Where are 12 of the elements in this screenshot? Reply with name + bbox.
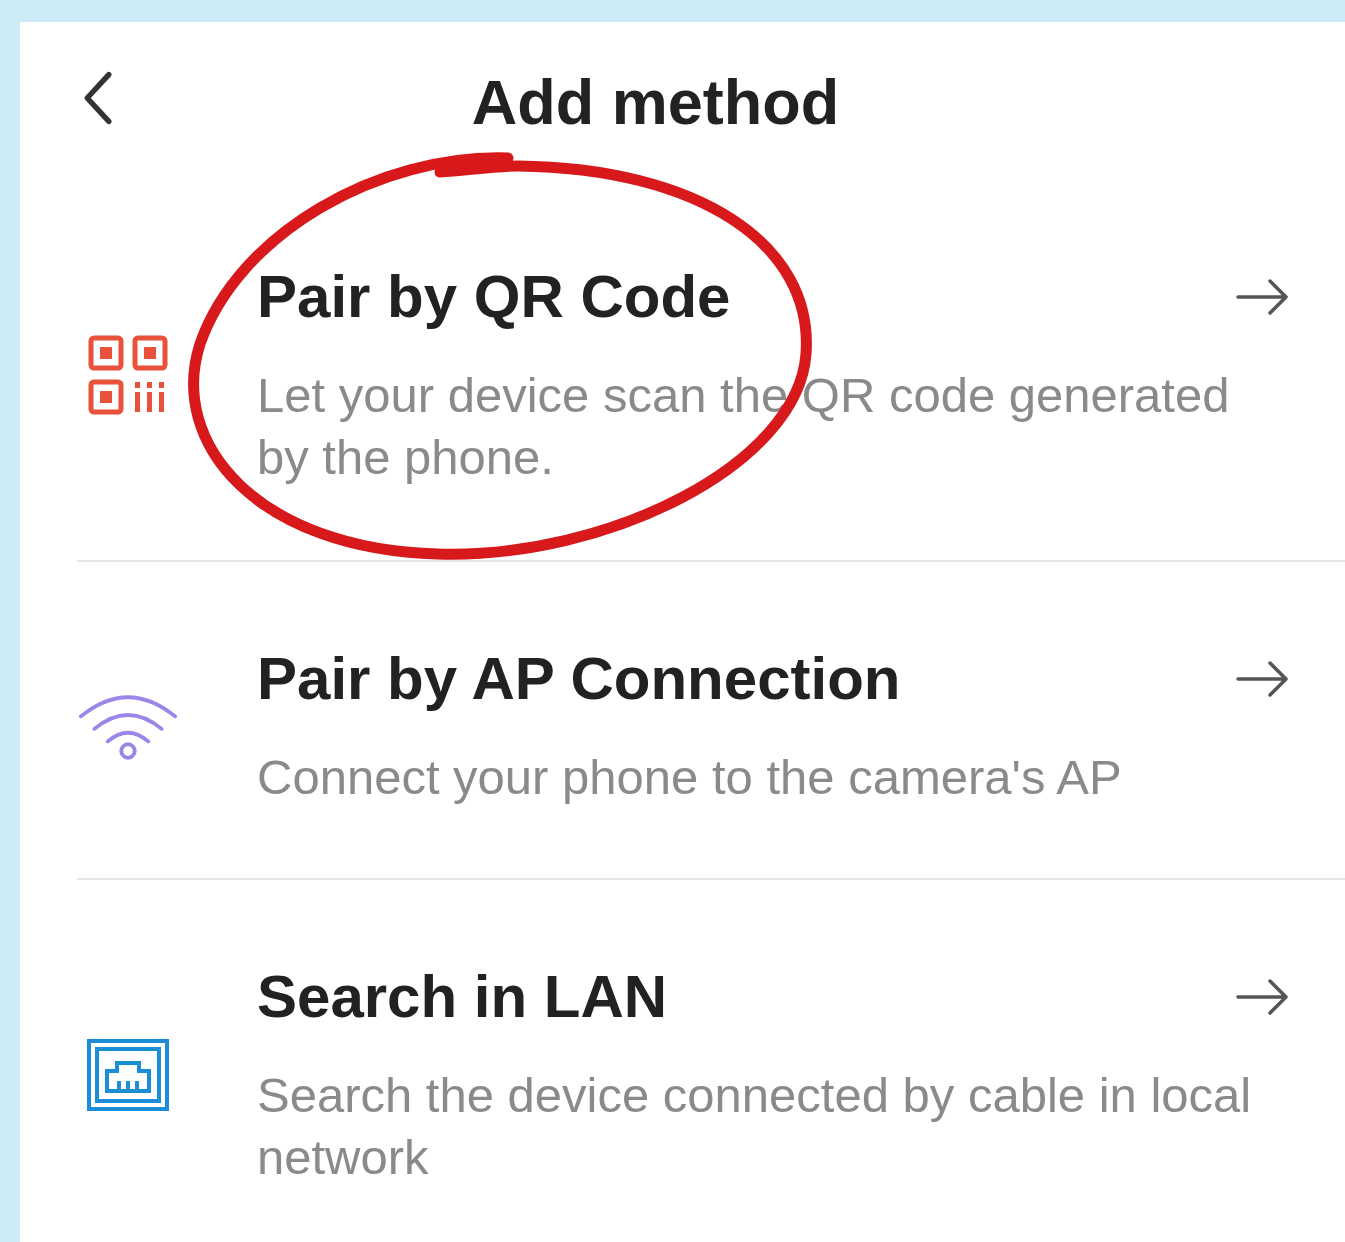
- method-title[interactable]: Search in LAN: [257, 962, 1278, 1032]
- method-title[interactable]: Pair by AP Connection: [257, 644, 1278, 714]
- qr-code-icon: [88, 335, 168, 415]
- arrow-right-icon[interactable]: [1236, 978, 1290, 1016]
- method-description: Let your device scan the QR code generated by the phone.: [257, 367, 1231, 486]
- arrow-right-icon[interactable]: [1236, 660, 1290, 698]
- ethernet-port-icon: [87, 1039, 169, 1111]
- method-description: Search the device connected by cable in local network: [257, 1067, 1253, 1186]
- arrow-right-icon[interactable]: [1236, 278, 1290, 316]
- screen-title: Add method: [471, 66, 840, 138]
- method-description: Connect your phone to the camera's AP: [257, 749, 1123, 806]
- method-title[interactable]: Pair by QR Code: [257, 262, 1278, 332]
